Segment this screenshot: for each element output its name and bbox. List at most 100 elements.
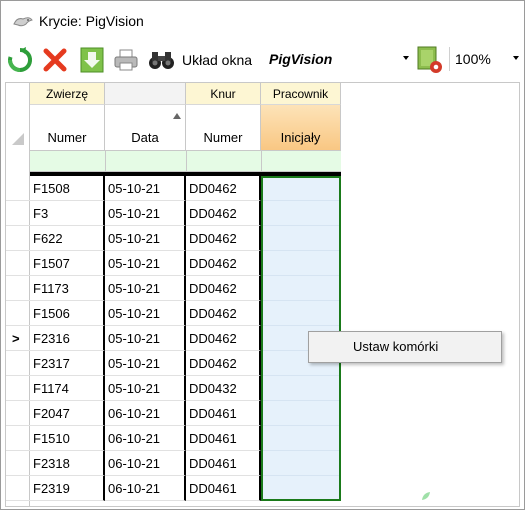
data-grid[interactable]: Zwierzę Knur Pracownik Numer Data Numer … [5,82,520,507]
table-cell[interactable]: DD0462 [186,251,261,276]
table-cell[interactable]: 05-10-21 [105,301,186,326]
select-all-corner[interactable] [12,133,24,145]
table-row[interactable]: F2318 06-10-21 DD0461 [6,451,341,476]
search-button[interactable] [147,45,177,75]
table-row[interactable]: F2317 05-10-21 DD0462 [6,351,341,376]
download-icon [80,47,104,73]
layout-select[interactable]: PigVision [265,47,413,71]
table-row[interactable]: F1506 05-10-21 DD0462 [6,301,341,326]
table-cell[interactable]: F2319 [30,476,105,501]
table-cell[interactable]: DD0461 [186,476,261,501]
table-cell[interactable] [261,426,341,451]
table-row[interactable]: F1507 05-10-21 DD0462 [6,251,341,276]
filter-row[interactable] [30,150,341,173]
table-cell[interactable]: DD0462 [186,176,261,201]
binoculars-icon [149,52,174,69]
band-header-pracownik: Pracownik [261,83,341,105]
table-cell[interactable] [261,226,341,251]
toolbar: Układ okna PigVision 100% [1,41,524,79]
band-header-zwierze: Zwierzę [30,83,105,105]
table-cell[interactable] [261,176,341,201]
table-cell[interactable]: 06-10-21 [105,476,186,501]
table-cell[interactable] [261,201,341,226]
table-cell[interactable]: F1507 [30,251,105,276]
table-cell[interactable]: F2318 [30,451,105,476]
table-cell[interactable]: DD0462 [186,201,261,226]
table-row[interactable]: F1508 05-10-21 DD0462 [6,176,341,201]
table-cell[interactable]: F2316 [30,326,105,351]
refresh-button[interactable] [5,45,35,75]
table-row[interactable]: F2319 06-10-21 DD0461 [6,476,341,501]
table-cell[interactable] [261,401,341,426]
table-cell[interactable]: DD0462 [186,326,261,351]
table-cell[interactable]: F1510 [30,426,105,451]
table-cell[interactable]: F2047 [30,401,105,426]
table-cell[interactable]: DD0432 [186,376,261,401]
table-cell[interactable]: 05-10-21 [105,176,186,201]
table-cell[interactable]: 06-10-21 [105,401,186,426]
table-cell[interactable]: 05-10-21 [105,276,186,301]
zoom-select-value: 100% [455,51,491,67]
table-cell[interactable]: DD0462 [186,226,261,251]
column-header-initials[interactable]: Inicjały [261,105,341,150]
table-row[interactable]: F1510 06-10-21 DD0461 [6,426,341,451]
context-menu-item-set-cells[interactable]: Ustaw komórki [353,339,438,354]
table-cell[interactable]: DD0462 [186,351,261,376]
table-row[interactable]: > F2316 05-10-21 DD0462 [6,326,341,351]
table-cell[interactable]: 05-10-21 [105,226,186,251]
table-cell[interactable]: F622 [30,226,105,251]
layout-settings-button[interactable] [415,45,445,75]
table-cell[interactable]: DD0461 [186,426,261,451]
table-cell[interactable]: DD0462 [186,301,261,326]
column-header-label: Numer [203,130,243,145]
sort-ascending-icon [173,113,181,119]
table-cell[interactable]: F2317 [30,351,105,376]
table-cell[interactable]: 05-10-21 [105,351,186,376]
table-cell[interactable]: F1506 [30,301,105,326]
table-row[interactable]: F622 05-10-21 DD0462 [6,226,341,251]
table-cell[interactable]: 05-10-21 [105,376,186,401]
window-title: Krycie: PigVision [39,13,144,29]
table-cell[interactable]: 06-10-21 [105,451,186,476]
delete-button[interactable] [40,45,70,75]
table-cell[interactable]: 05-10-21 [105,326,186,351]
table-cell[interactable]: 05-10-21 [105,201,186,226]
app-icon [13,17,33,27]
current-row-indicator: > [12,331,20,346]
delete-icon [43,48,67,72]
print-button[interactable] [111,45,141,75]
column-header-label: Inicjały [280,130,321,145]
layout-select-value: PigVision [269,51,333,67]
column-header-label: Numer [47,130,87,145]
table-cell[interactable]: F1173 [30,276,105,301]
table-cell[interactable]: F3 [30,201,105,226]
chevron-down-icon [513,56,519,60]
table-row[interactable]: F1173 05-10-21 DD0462 [6,276,341,301]
table-cell[interactable] [261,476,341,501]
print-icon [114,49,138,71]
table-cell[interactable] [261,376,341,401]
table-cell[interactable]: F1174 [30,376,105,401]
column-header-boar-number[interactable]: Numer [186,105,261,150]
table-cell[interactable]: 06-10-21 [105,426,186,451]
band-header-knur: Knur [186,83,261,105]
download-button[interactable] [77,45,107,75]
table-row[interactable]: F3 05-10-21 DD0462 [6,201,341,226]
column-header-animal-number[interactable]: Numer [30,105,105,150]
zoom-select[interactable]: 100% [449,47,523,71]
table-cell[interactable]: DD0461 [186,451,261,476]
table-row[interactable]: F2047 06-10-21 DD0461 [6,401,341,426]
table-cell[interactable]: DD0462 [186,276,261,301]
layout-settings-icon [417,46,442,73]
table-cell[interactable]: 05-10-21 [105,251,186,276]
table-cell[interactable]: DD0461 [186,401,261,426]
table-cell[interactable] [261,451,341,476]
table-cell[interactable] [261,301,341,326]
column-header-label: Data [131,130,159,145]
table-cell[interactable] [261,276,341,301]
table-row[interactable]: F1174 05-10-21 DD0432 [6,376,341,401]
app-window: Krycie: PigVision Układ okna PigVision 1… [0,0,525,510]
table-cell[interactable]: F1508 [30,176,105,201]
column-header-date[interactable]: Data [105,105,186,150]
table-cell[interactable] [261,251,341,276]
